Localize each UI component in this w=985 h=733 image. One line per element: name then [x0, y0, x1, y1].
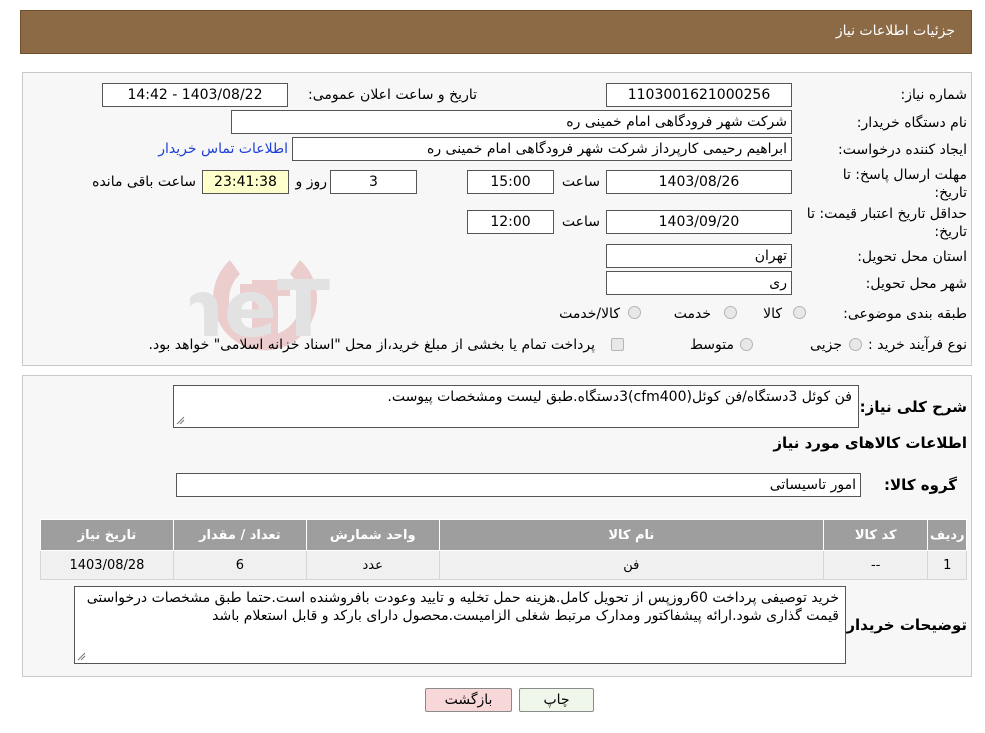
- col-quantity: تعداد / مقدار: [172, 519, 307, 551]
- col-need-date: تاریخ نیاز: [40, 519, 174, 551]
- buyer-notes-field: خرید توصیفی پرداخت 60روزپس از تحویل کامل…: [74, 586, 846, 664]
- table-row: 1 -- فن عدد 6 1403/08/28: [40, 550, 967, 580]
- deadline-time-label: ساعت: [561, 174, 600, 190]
- cell-quantity: 6: [172, 550, 307, 580]
- deadline-label-line1: مهلت ارسال پاسخ: تا: [842, 167, 967, 183]
- process-option-minor: جزیی: [810, 337, 842, 353]
- print-button[interactable]: چاپ: [519, 688, 594, 712]
- page-title: جزئیات اطلاعات نیاز: [835, 23, 955, 39]
- goods-info-title: اطلاعات کالاهای مورد نیاز: [773, 434, 967, 452]
- validity-label-line2: تاریخ:: [934, 224, 967, 240]
- page-header: جزئیات اطلاعات نیاز: [20, 10, 972, 54]
- category-radio-service[interactable]: [724, 306, 737, 319]
- category-label: طبقه بندی موضوعی:: [843, 306, 967, 322]
- process-type-label: نوع فرآیند خرید :: [868, 337, 967, 353]
- need-number-field: 1103001621000256: [606, 83, 792, 107]
- need-number-label: شماره نیاز:: [900, 87, 968, 103]
- cell-goods-name: فن: [438, 550, 825, 580]
- creator-label: ایجاد کننده درخواست:: [838, 142, 967, 158]
- days-field: 3: [330, 170, 417, 194]
- category-option-service: خدمت: [673, 306, 711, 322]
- deadline-date-field: 1403/08/26: [606, 170, 792, 194]
- process-radio-minor[interactable]: [849, 338, 862, 351]
- validity-date-field: 1403/09/20: [606, 210, 792, 234]
- goods-table-header-row: ردیف کد کالا نام کالا واحد شمارش تعداد /…: [40, 519, 967, 551]
- buyer-notes-text: خرید توصیفی پرداخت 60روزپس از تحویل کامل…: [86, 590, 839, 624]
- buyer-notes-label: توضیحات خریدار:: [840, 616, 967, 634]
- creator-field: ابراهیم رحیمی کارپرداز شرکت شهر فرودگاهی…: [292, 137, 792, 161]
- contact-buyer-link[interactable]: اطلاعات تماس خریدار: [158, 141, 288, 157]
- resize-grip-icon[interactable]: [77, 652, 86, 661]
- category-radio-goods[interactable]: [793, 306, 806, 319]
- process-option-medium: متوسط: [690, 337, 734, 353]
- announce-label: تاریخ و ساعت اعلان عمومی:: [308, 87, 477, 103]
- category-radio-goods-service[interactable]: [628, 306, 641, 319]
- cell-need-date: 1403/08/28: [40, 550, 174, 580]
- need-description-text: فن کوئل 3دستگاه/فن کوئل(cfm400)3دستگاه.ط…: [387, 389, 852, 405]
- goods-group-label: گروه کالا:: [884, 476, 957, 494]
- col-row-number: ردیف: [927, 519, 967, 551]
- treasury-checkbox[interactable]: [611, 338, 624, 351]
- cell-row-number: 1: [927, 550, 967, 580]
- col-goods-name: نام کالا: [438, 519, 825, 551]
- need-description-label: شرح کلی نیاز:: [859, 398, 967, 416]
- process-radio-medium[interactable]: [740, 338, 753, 351]
- city-label: شهر محل تحویل:: [865, 276, 967, 292]
- province-field: تهران: [606, 244, 792, 268]
- remaining-time-field: 23:41:38: [202, 170, 289, 194]
- cell-unit: عدد: [305, 550, 440, 580]
- buyer-org-field: شرکت شهر فرودگاهی امام خمینی ره: [231, 110, 792, 134]
- validity-time-field: 12:00: [467, 210, 554, 234]
- resize-grip-icon[interactable]: [176, 416, 185, 425]
- need-description-field: فن کوئل 3دستگاه/فن کوئل(cfm400)3دستگاه.ط…: [173, 385, 859, 428]
- announce-field: 1403/08/22 - 14:42: [102, 83, 288, 107]
- remaining-time-label: ساعت باقی مانده: [92, 174, 196, 190]
- deadline-label-line2: تاریخ:: [934, 185, 967, 201]
- process-note: پرداخت تمام یا بخشی از مبلغ خرید،از محل …: [148, 337, 595, 353]
- province-label: استان محل تحویل:: [857, 249, 967, 265]
- category-option-goods: کالا: [763, 306, 782, 322]
- cell-goods-code: --: [823, 550, 929, 580]
- deadline-time-field: 15:00: [467, 170, 554, 194]
- back-button[interactable]: بازگشت: [425, 688, 512, 712]
- goods-table: ردیف کد کالا نام کالا واحد شمارش تعداد /…: [40, 519, 967, 580]
- goods-group-field: امور تاسیساتی: [176, 473, 861, 497]
- col-goods-code: کد کالا: [823, 519, 929, 551]
- validity-time-label: ساعت: [561, 214, 600, 230]
- buyer-org-label: نام دستگاه خریدار:: [856, 115, 967, 131]
- col-unit: واحد شمارش: [305, 519, 440, 551]
- validity-label-line1: حداقل تاریخ اعتبار قیمت: تا: [806, 206, 967, 222]
- days-label: روز و: [295, 174, 328, 190]
- category-option-goods-service: کالا/خدمت: [559, 306, 620, 322]
- city-field: ری: [606, 271, 792, 295]
